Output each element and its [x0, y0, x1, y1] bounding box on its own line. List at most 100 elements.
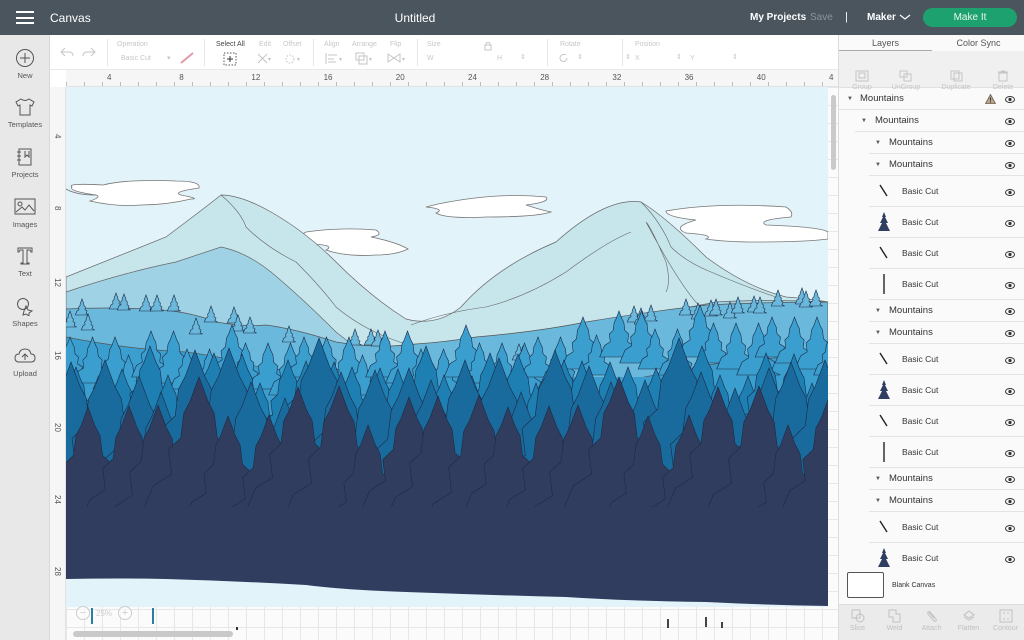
document-title[interactable]: Untitled	[0, 11, 830, 25]
layer-row[interactable]: Basic Cut	[869, 406, 1024, 437]
eye-icon[interactable]	[1005, 449, 1015, 460]
machine-select[interactable]: Maker	[867, 12, 896, 23]
eye-icon[interactable]	[1005, 475, 1015, 486]
sidebar-item-new[interactable]: New	[0, 48, 50, 80]
layer-group-row[interactable]: ▼ Mountains	[869, 132, 1024, 154]
blank-canvas-row[interactable]: Blank Canvas	[839, 568, 1024, 604]
layer-row[interactable]: Basic Cut	[869, 512, 1024, 543]
eye-icon[interactable]	[1005, 497, 1015, 508]
eye-icon[interactable]	[1005, 387, 1015, 398]
redo-icon[interactable]	[82, 46, 96, 58]
ruler-tick	[534, 82, 535, 86]
sidebar-item-shapes[interactable]: Shapes	[0, 296, 50, 328]
save-button[interactable]: Save	[810, 12, 833, 23]
layer-row[interactable]: Basic Cut	[869, 269, 1024, 300]
layer-name: Basic Cut	[902, 522, 939, 532]
expand-caret-icon[interactable]: ▼	[875, 498, 881, 504]
layer-row[interactable]: Basic Cut	[869, 437, 1024, 468]
y-label: Y	[690, 55, 695, 62]
eye-icon[interactable]	[1005, 418, 1015, 429]
eye-icon[interactable]	[1005, 219, 1015, 230]
sidebar-item-templates[interactable]: Templates	[0, 97, 50, 129]
width-input[interactable]	[437, 53, 487, 65]
layer-group-row[interactable]: ▼ Mountains	[839, 88, 1024, 110]
canvas-color-swatch[interactable]	[847, 572, 884, 598]
eye-icon[interactable]	[1005, 356, 1015, 367]
canvas-guide-mark	[721, 622, 723, 628]
expand-caret-icon[interactable]: ▼	[861, 118, 867, 124]
edit-scissors-icon[interactable]: ▾	[256, 52, 274, 65]
eye-icon[interactable]	[1005, 139, 1015, 150]
eye-icon[interactable]	[1005, 117, 1015, 128]
layer-name: Mountains	[889, 495, 933, 506]
expand-caret-icon[interactable]: ▼	[875, 308, 881, 314]
layer-group-row[interactable]: ▼ Mountains	[869, 300, 1024, 322]
eye-icon[interactable]	[1005, 188, 1015, 199]
expand-caret-icon[interactable]: ▼	[875, 162, 881, 168]
design-canvas[interactable]	[66, 87, 838, 640]
layer-group-row[interactable]: ▼ Mountains	[869, 322, 1024, 344]
layer-row[interactable]: Basic Cut	[869, 238, 1024, 269]
layer-group-row[interactable]: ▼ Mountains	[869, 468, 1024, 490]
offset-icon[interactable]: ▾	[283, 52, 303, 65]
expand-caret-icon[interactable]: ▼	[875, 476, 881, 482]
sidebar-item-projects[interactable]: Projects	[0, 147, 50, 179]
ruler-tick	[570, 82, 571, 86]
eye-icon[interactable]	[1005, 161, 1015, 172]
sidebar-item-text[interactable]: Text	[0, 246, 50, 278]
sidebar-item-upload[interactable]: Upload	[0, 346, 50, 378]
zoom-in-button[interactable]: +	[118, 606, 133, 620]
layer-row[interactable]: Basic Cut	[869, 176, 1024, 207]
undo-icon[interactable]	[60, 46, 74, 58]
layer-row[interactable]: Basic Cut	[869, 344, 1024, 375]
my-projects-link[interactable]: My Projects	[750, 12, 806, 23]
zoom-out-button[interactable]: −	[76, 606, 90, 620]
flip-icon[interactable]: ▾	[387, 52, 409, 65]
eye-icon[interactable]	[1005, 307, 1015, 318]
pen-color-icon[interactable]	[180, 52, 194, 64]
align-icon[interactable]: ▾	[325, 52, 345, 65]
weld-button[interactable]: Weld	[876, 609, 913, 632]
layer-row[interactable]: Basic Cut	[869, 207, 1024, 238]
layer-group-row[interactable]: ▼ Mountains	[869, 154, 1024, 176]
eye-icon[interactable]	[1005, 524, 1015, 535]
tab-layers[interactable]: Layers	[839, 35, 932, 51]
line-thumbnail-icon	[877, 441, 891, 463]
rotate-stepper[interactable]: ⇕	[625, 53, 631, 61]
vertical-scrollbar[interactable]	[831, 95, 836, 170]
ruler-tick-label: 4	[53, 134, 62, 139]
tab-color-sync[interactable]: Color Sync	[932, 35, 1024, 51]
flatten-button[interactable]: Flatten	[950, 609, 987, 632]
lock-icon[interactable]	[484, 41, 492, 51]
attach-button[interactable]: Attach	[913, 609, 950, 632]
operation-dropdown-icon[interactable]: ▾	[167, 54, 171, 62]
chevron-down-icon[interactable]	[899, 12, 911, 22]
expand-caret-icon[interactable]: ▼	[875, 140, 881, 146]
expand-caret-icon[interactable]: ▼	[875, 330, 881, 336]
y-stepper[interactable]: ⇕	[732, 53, 738, 61]
sidebar-item-images[interactable]: Images	[0, 197, 50, 229]
select-all-icon[interactable]	[223, 52, 237, 66]
make-it-button[interactable]: Make It	[923, 8, 1017, 27]
layer-group-row[interactable]: ▼ Mountains	[869, 490, 1024, 512]
layer-row[interactable]: Basic Cut	[869, 375, 1024, 406]
operation-select[interactable]: Basic Cut	[121, 55, 151, 62]
eye-icon[interactable]	[1005, 555, 1015, 566]
horizontal-scrollbar[interactable]	[73, 631, 233, 637]
ruler-tick	[804, 82, 805, 86]
eye-icon[interactable]	[1005, 329, 1015, 340]
rotate-input[interactable]	[574, 53, 614, 65]
eye-icon[interactable]	[1005, 281, 1015, 292]
arrange-icon[interactable]: ▾	[355, 52, 375, 65]
slice-button[interactable]: Slice	[839, 609, 876, 632]
x-stepper[interactable]: ⇕	[676, 53, 682, 61]
eye-icon[interactable]	[1005, 250, 1015, 261]
contour-button[interactable]: Contour	[987, 609, 1024, 632]
warning-icon[interactable]	[984, 93, 997, 107]
layer-group-row[interactable]: ▼ Mountains	[855, 110, 1024, 132]
sidebar-item-label: Images	[12, 220, 38, 229]
height-input[interactable]	[507, 53, 547, 65]
expand-caret-icon[interactable]: ▼	[847, 96, 853, 102]
mountain-artwork[interactable]	[66, 87, 828, 640]
eye-icon[interactable]	[1005, 95, 1015, 106]
